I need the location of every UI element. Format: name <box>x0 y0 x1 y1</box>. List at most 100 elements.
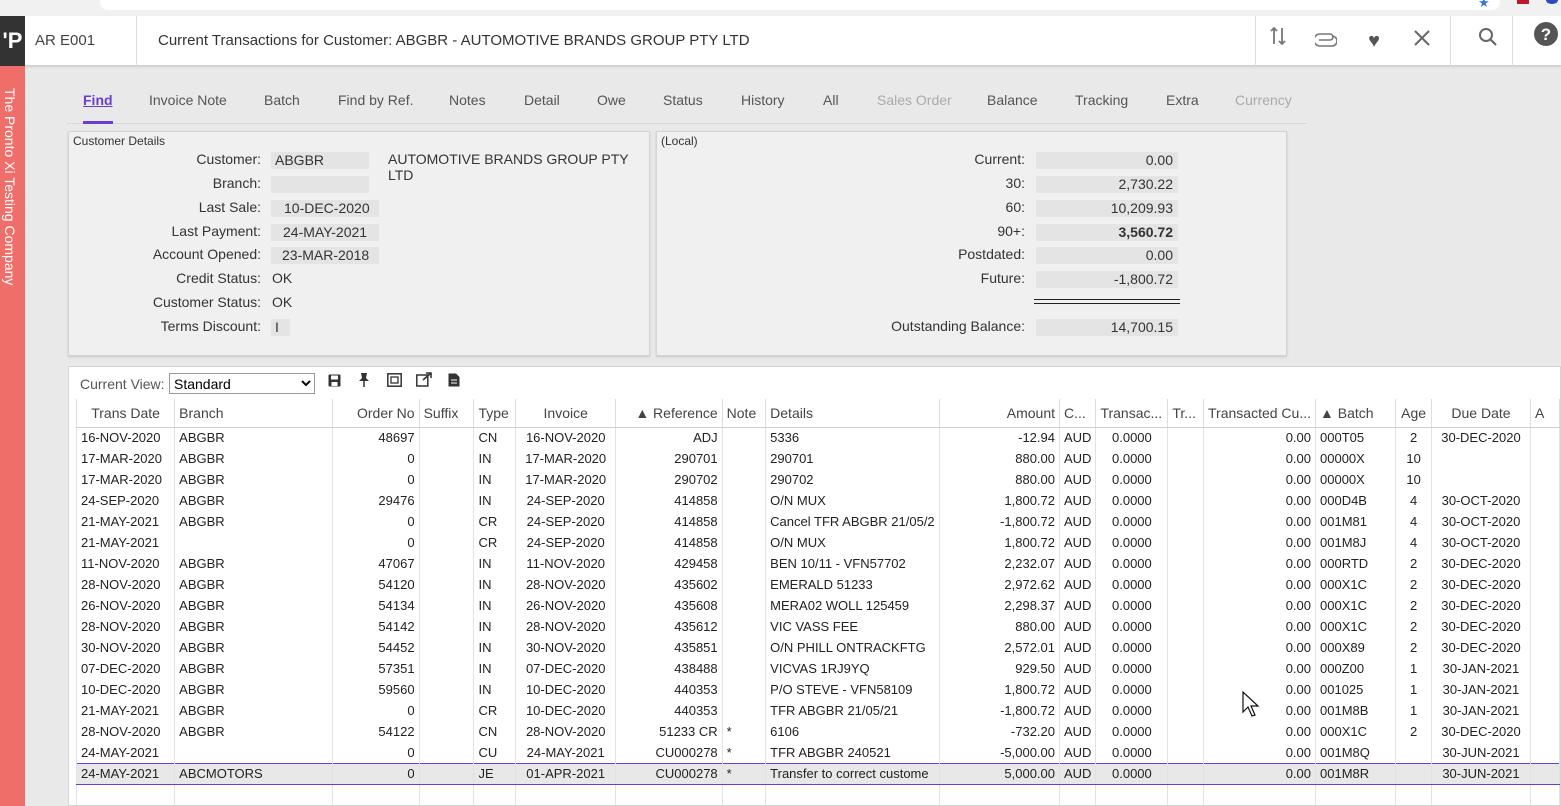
table-row[interactable]: 07-DEC-2020 ABGBR 57351 IN 07-DEC-2020 438488… <box>75 658 1561 679</box>
tab-extra[interactable]: Extra <box>1166 84 1199 124</box>
table-cell: 414858 <box>615 511 723 532</box>
table-cell <box>1529 784 1561 805</box>
export-icon[interactable] <box>414 372 434 392</box>
column-header[interactable]: Invoice <box>515 399 617 428</box>
table-row[interactable]: 11-NOV-2020 ABGBR 47067 IN 11-NOV-2020 429458… <box>75 553 1561 574</box>
column-header[interactable]: ▲ Reference <box>615 399 723 428</box>
table-row[interactable]: 16-NOV-2020 ABGBR 48697 CN 16-NOV-2020 ADJ 533… <box>75 427 1561 448</box>
heart-icon[interactable]: ♥ <box>1350 16 1398 66</box>
tab-invoice-note[interactable]: Invoice Note <box>149 84 227 124</box>
tab-sales-order[interactable]: Sales Order <box>877 84 952 124</box>
table-cell: 2,572.01 <box>938 637 1061 658</box>
table-cell: ABGBR <box>174 448 333 469</box>
bookmark-star-icon[interactable]: ★ <box>1478 0 1490 11</box>
table-cell <box>1529 595 1561 616</box>
table-row[interactable]: 28-NOV-2020 ABGBR 54122 CN 28-NOV-2020 51233 … <box>75 721 1561 742</box>
tab-status[interactable]: Status <box>663 84 703 124</box>
table-row[interactable]: 28-NOV-2020 ABGBR 54142 IN 28-NOV-2020 435612… <box>75 616 1561 637</box>
tab-notes[interactable]: Notes <box>449 84 486 124</box>
column-header[interactable]: Suffix <box>418 399 475 428</box>
tab-currency[interactable]: Currency <box>1235 84 1292 124</box>
30-days-label: 30: <box>1005 175 1025 191</box>
last-payment-field[interactable]: 24-MAY-2021 <box>271 224 379 241</box>
tab-balance[interactable]: Balance <box>987 84 1038 124</box>
document-icon[interactable] <box>444 372 464 392</box>
table-row[interactable]: 24-SEP-2020 ABGBR 29476 IN 24-SEP-2020 414858… <box>75 490 1561 511</box>
account-opened-field[interactable]: 23-MAR-2018 <box>271 247 379 264</box>
table-cell: 1 <box>1395 700 1433 721</box>
column-header[interactable]: Age <box>1395 399 1433 428</box>
table-cell: 11-NOV-2020 <box>515 553 617 574</box>
table-cell: 0.0000 <box>1095 427 1169 448</box>
table-cell: 1 <box>1395 658 1433 679</box>
table-row[interactable]: 26-NOV-2020 ABGBR 54134 IN 26-NOV-2020 435608… <box>75 595 1561 616</box>
extension-icon[interactable] <box>1517 0 1529 4</box>
column-header[interactable]: Transac... <box>1095 399 1169 428</box>
table-cell: 10-DEC-2020 <box>515 679 617 700</box>
column-header[interactable]: Amount <box>938 399 1061 428</box>
last-sale-field[interactable]: 10-DEC-2020 <box>271 200 379 217</box>
column-header[interactable]: Type <box>473 399 517 428</box>
table-cell <box>174 532 333 553</box>
table-row[interactable]: 21-MAY-2021 0 CR 24-SEP-2020 414858 O/N MUX 1,… <box>75 532 1561 553</box>
column-header[interactable]: ▲ Batch <box>1314 399 1397 428</box>
branch-field[interactable] <box>271 176 369 193</box>
column-header[interactable]: Note <box>721 399 767 428</box>
table-cell: ABGBR <box>174 574 333 595</box>
paperclip-icon[interactable] <box>1302 16 1350 66</box>
column-header[interactable]: Transacted Cu... <box>1203 399 1316 428</box>
table-row[interactable]: 24-MAY-2021 ABCMOTORS 0 JE 01-APR-2021 CU0002… <box>75 762 1561 785</box>
column-header[interactable]: Trans Date <box>75 399 176 428</box>
table-cell: ADJ <box>615 427 723 448</box>
table-cell: AUD <box>1058 469 1097 490</box>
tab-history[interactable]: History <box>741 84 785 124</box>
table-row[interactable]: 21-MAY-2021 ABGBR 0 CR 24-SEP-2020 414858 Canc… <box>75 511 1561 532</box>
column-header[interactable]: Tr... <box>1167 399 1205 428</box>
table-row[interactable]: 28-NOV-2020 ABGBR 54120 IN 28-NOV-2020 435602… <box>75 574 1561 595</box>
search-icon[interactable] <box>1464 16 1512 66</box>
tab-all[interactable]: All <box>823 84 839 124</box>
column-header[interactable]: A <box>1529 399 1561 428</box>
table-cell <box>1167 427 1205 448</box>
pin-icon[interactable] <box>354 372 374 392</box>
table-cell <box>418 637 475 658</box>
tab-find[interactable]: Find <box>83 84 113 124</box>
table-row[interactable]: 17-MAR-2020 ABGBR 0 IN 17-MAR-2020 290702 2907… <box>75 469 1561 490</box>
table-cell: 000RTD <box>1314 553 1397 574</box>
sort-arrows-icon[interactable] <box>1254 16 1302 66</box>
table-cell: 54142 <box>331 616 420 637</box>
save-icon[interactable] <box>324 372 344 392</box>
customer-code-field[interactable]: ABGBR <box>271 152 369 169</box>
browser-strip: ★ <box>0 0 1561 16</box>
current-view-select[interactable]: Standard <box>169 373 315 394</box>
column-header[interactable]: C... <box>1058 399 1097 428</box>
table-row[interactable]: 17-MAR-2020 ABGBR 0 IN 17-MAR-2020 290701 2907… <box>75 448 1561 469</box>
table-cell <box>721 490 767 511</box>
table-row[interactable]: 24-MAY-2021 0 CU 24-MAY-2021 CU000278 * TFR AB… <box>75 742 1561 763</box>
table-row[interactable]: 10-DEC-2020 ABGBR 59560 IN 10-DEC-2020 440353… <box>75 679 1561 700</box>
close-icon[interactable] <box>1398 16 1446 66</box>
tab-batch[interactable]: Batch <box>264 84 300 124</box>
tab-tracking[interactable]: Tracking <box>1075 84 1128 124</box>
tab-detail[interactable]: Detail <box>524 84 560 124</box>
table-row[interactable]: 21-MAY-2021 ABGBR 0 CR 10-DEC-2020 440353 TFR … <box>75 700 1561 721</box>
table-cell: 17-MAR-2020 <box>75 469 176 490</box>
help-icon[interactable]: ? <box>1522 16 1561 66</box>
profile-icon[interactable] <box>1546 0 1558 4</box>
terms-discount-field[interactable]: I <box>271 319 290 336</box>
column-header[interactable]: Order No <box>331 399 420 428</box>
column-header[interactable]: Details <box>765 399 940 428</box>
column-header[interactable]: Due Date <box>1431 399 1531 428</box>
table-cell: CU <box>473 742 517 763</box>
tab-owe[interactable]: Owe <box>597 84 626 124</box>
column-header[interactable]: Branch <box>174 399 333 428</box>
table-row[interactable]: 30-NOV-2020 ABGBR 54452 IN 30-NOV-2020 435851… <box>75 637 1561 658</box>
table-cell: ABGBR <box>174 658 333 679</box>
table-cell: 30-JAN-2021 <box>1431 679 1531 700</box>
edit-layout-icon[interactable] <box>384 372 404 392</box>
table-cell <box>721 469 767 490</box>
table-cell: 4 <box>1395 511 1433 532</box>
tab-find-by-ref[interactable]: Find by Ref. <box>338 84 413 124</box>
table-cell: CR <box>473 532 517 553</box>
address-bar[interactable] <box>100 0 1500 10</box>
